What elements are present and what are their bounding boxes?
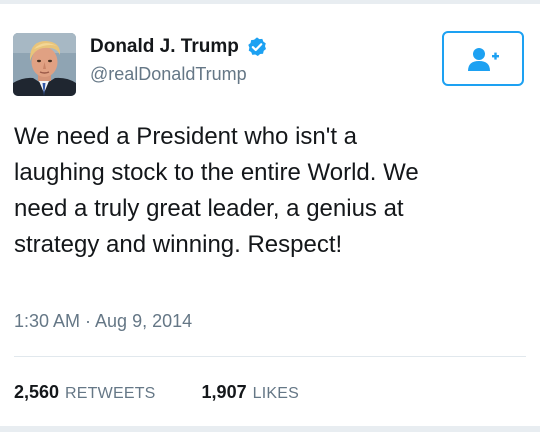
tweet-timestamp[interactable]: 1:30 AM · Aug 9, 2014 — [14, 309, 192, 333]
retweets-count: 2,560 — [14, 382, 60, 402]
user-handle[interactable]: @realDonaldTrump — [90, 63, 247, 85]
likes-stat[interactable]: 1,907 LIKES — [202, 382, 299, 403]
avatar-portrait-icon — [13, 33, 76, 96]
avatar[interactable] — [13, 33, 76, 96]
stats-divider — [14, 356, 526, 357]
verified-badge-icon — [246, 36, 268, 58]
follow-user-icon — [468, 47, 499, 71]
likes-label: LIKES — [252, 385, 299, 402]
bottom-divider — [0, 426, 540, 432]
tweet-text: We need a President who isn't a laughing… — [14, 123, 419, 258]
display-name[interactable]: Donald J. Trump — [90, 35, 239, 59]
engagement-stats: 2,560 RETWEETS 1,907 LIKES — [14, 382, 299, 403]
retweets-stat[interactable]: 2,560 RETWEETS — [14, 382, 156, 403]
retweets-label: RETWEETS — [65, 385, 156, 402]
follow-button[interactable] — [442, 31, 524, 86]
likes-count: 1,907 — [201, 382, 247, 402]
tweet-card: Donald J. Trump @realDonaldTrump We need… — [0, 0, 540, 432]
user-name-row: Donald J. Trump — [90, 33, 268, 61]
